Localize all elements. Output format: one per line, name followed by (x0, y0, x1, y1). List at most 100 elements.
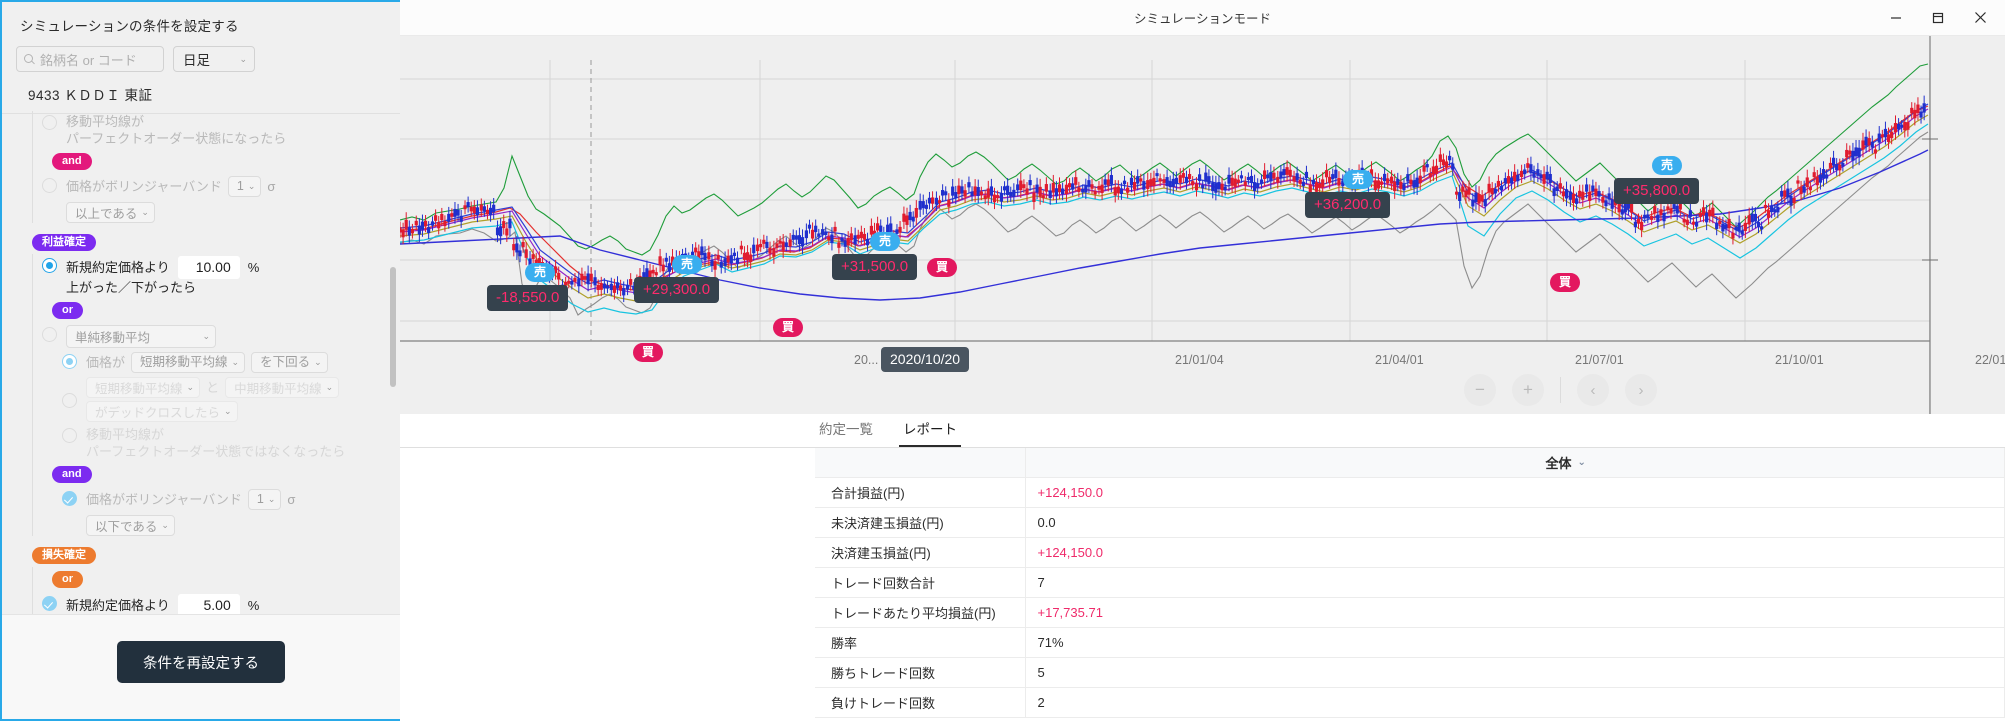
pill-or-1-wrap: or (42, 298, 400, 323)
notperfect-label2: パーフェクトオーダー状態ではなくなったら (86, 444, 346, 459)
condition-bb-above-label: 価格がボリンジャーバンド (66, 179, 222, 194)
trade-marker-sell[interactable]: 売 (1652, 156, 1683, 175)
radio-icon[interactable] (62, 428, 77, 443)
check-icon[interactable] (42, 596, 57, 611)
period-select-value: 日足 (183, 53, 210, 68)
trade-marker-sell[interactable]: 売 (870, 232, 901, 251)
close-icon[interactable] (1959, 1, 2001, 35)
pill-sonshitsu-wrap: 損失確定 (2, 536, 400, 567)
radio-icon[interactable] (42, 178, 57, 193)
chevron-down-icon: ⌄ (202, 331, 210, 341)
price-compare-value: を下回る (260, 355, 311, 369)
condition-profit-pct[interactable]: 新規約定価格より 10.00 % 上がった／下がったら (42, 254, 400, 298)
tab-report[interactable]: レポート (899, 422, 961, 447)
condition-bb-below[interactable]: 価格がボリンジャーバンド 1 ⌄ σ (42, 487, 400, 512)
x-axis-tick-3: 21/07/01 (1575, 353, 1624, 367)
simulation-conditions-panel: シミュレーションの条件を設定する 銘柄名 or コード 日足 ⌄ 9433 ＫＤ… (0, 0, 400, 721)
chevron-down-icon: ⌄ (314, 357, 322, 367)
reset-conditions-button[interactable]: 条件を再設定する (117, 641, 285, 683)
radio-icon[interactable] (42, 258, 57, 273)
radio-icon[interactable] (62, 354, 77, 369)
loss-pct-unit: % (247, 598, 260, 613)
radio-icon[interactable] (42, 115, 57, 130)
search-icon (24, 53, 35, 65)
report-row-value: 7 (1025, 567, 2005, 598)
segment-selector[interactable]: 全体 ⌄ (1546, 453, 1586, 472)
table-row: トレードあたり平均損益(円) +17,735.71 (815, 597, 2005, 628)
x-axis-tick-0: 20... (854, 353, 879, 367)
trade-pl-label: +31,500.0 (832, 254, 918, 280)
condition-sma-select[interactable]: 単純移動平均 ⌄ (42, 323, 400, 350)
table-row: トレード回数合計 7 (815, 567, 2005, 598)
conditions-list-2: 新規約定価格より 10.00 % 上がった／下がったら or 単純移動平均 ⌄ … (2, 254, 400, 536)
condition-label-line2: パーフェクトオーダー状態になったら (66, 131, 287, 146)
report-table-body: 合計損益(円) +124,150.0 未決済建玉損益(円) 0.0 決済建玉損益(円) +… (815, 477, 2005, 718)
bb-compare-value-above: 以上である (75, 207, 138, 221)
loss-pct-input[interactable]: 5.00 (177, 594, 240, 614)
condition-loss-pct[interactable]: 新規約定価格より 5.00 % (42, 592, 400, 614)
price-compare-select[interactable]: を下回る ⌄ (251, 352, 328, 373)
trade-marker-buy[interactable]: 買 (927, 258, 958, 277)
report-row-key: トレード回数合計 (815, 567, 1026, 598)
report-row-key: 負けトレード回数 (815, 687, 1026, 718)
chevron-down-icon: ⌄ (231, 357, 240, 367)
bb-compare-select-below[interactable]: 以下である ⌄ (86, 515, 175, 536)
pan-left-button[interactable]: ‹ (1577, 374, 1609, 406)
pan-right-button[interactable]: › (1625, 374, 1657, 406)
price-chart[interactable]: 4,500.0 3,500.0 20... 21/01/04 21/04/01 … (400, 36, 2005, 414)
restore-icon[interactable] (1917, 1, 1959, 35)
deadcross-action-select[interactable]: がデッドクロスしたら ⌄ (86, 401, 238, 422)
table-row: 勝率 71% (815, 627, 2005, 658)
period-select[interactable]: 日足 ⌄ (173, 46, 255, 72)
chevron-down-icon: ⌄ (267, 494, 276, 504)
condition-label-line1: 移動平均線が (66, 114, 145, 129)
sidebar-search-row: 銘柄名 or コード 日足 ⌄ (2, 35, 400, 72)
condition-dead-cross[interactable]: 短期移動平均線 ⌄ と 中期移動平均線 ⌄ がデッドクロスしたら ⌄ (42, 375, 400, 424)
trade-marker-sell[interactable]: 売 (525, 263, 556, 282)
bb-sigma-select-above[interactable]: 1 ⌄ (227, 176, 262, 197)
condition-price-below-ma[interactable]: 価格が 短期移動平均線 ⌄ を下回る ⌄ (42, 350, 400, 375)
sidebar-scrollbar[interactable] (390, 267, 396, 387)
condition-ma-perfect-order[interactable]: 移動平均線が パーフェクトオーダー状態になったら (42, 111, 400, 149)
bb-compare-value-below: 以下である (95, 520, 158, 534)
radio-icon[interactable] (62, 393, 77, 408)
sigma-unit-above: σ (267, 179, 276, 194)
condition-bb-above[interactable]: 価格がボリンジャーバンド 1 ⌄ σ (42, 174, 400, 199)
sidebar-header: シミュレーションの条件を設定する (2, 2, 400, 35)
condition-ma-not-perfect-order[interactable]: 移動平均線が パーフェクトオーダー状態ではなくなったら (42, 424, 400, 462)
search-input[interactable]: 銘柄名 or コード (16, 46, 164, 72)
profit-pct-label2: 上がった／下がったら (66, 280, 197, 295)
zoom-in-button[interactable]: + (1512, 374, 1544, 406)
report-row-key: 勝ちトレード回数 (815, 657, 1026, 688)
deadcross-ma1-value: 短期移動平均線 (95, 382, 183, 396)
chevron-down-icon: ⌄ (325, 382, 334, 392)
trade-marker-buy[interactable]: 買 (773, 318, 804, 337)
chevron-down-icon: ⌄ (247, 181, 256, 191)
chevron-down-icon: ⌄ (239, 53, 247, 64)
window-titlebar: シミュレーションモード (400, 0, 2005, 36)
deadcross-ma2-select[interactable]: 中期移動平均線 ⌄ (225, 377, 340, 398)
sma-type-select[interactable]: 単純移動平均 ⌄ (66, 325, 216, 348)
report-row-value: +124,150.0 (1025, 477, 2005, 508)
radio-icon[interactable] (42, 327, 57, 342)
bottom-tabs: 約定一覧 レポート (400, 414, 2005, 448)
tab-trades[interactable]: 約定一覧 (815, 422, 877, 447)
bb-sigma-value-below: 1 (256, 492, 264, 506)
trade-marker-sell[interactable]: 売 (1343, 170, 1374, 189)
check-icon[interactable] (62, 491, 77, 506)
profit-pct-input[interactable]: 10.00 (177, 256, 240, 279)
trade-marker-sell[interactable]: 売 (672, 255, 703, 274)
trade-marker-buy[interactable]: 買 (1550, 273, 1581, 292)
bb-sigma-select-below[interactable]: 1 ⌄ (247, 489, 282, 510)
deadcross-ma1-select[interactable]: 短期移動平均線 ⌄ (86, 377, 201, 398)
trade-pl-label: +36,200.0 (1305, 192, 1391, 218)
report-table: 全体 ⌄ 合計損益(円) +124,150.0 未決済建玉損益(円) 0.0 決済建玉損… (815, 448, 2005, 718)
trade-marker-buy[interactable]: 買 (633, 343, 664, 362)
report-row-key: 未決済建玉損益(円) (815, 507, 1026, 538)
price-ma-select[interactable]: 短期移動平均線 ⌄ (131, 352, 246, 373)
minimize-icon[interactable] (1875, 1, 1917, 35)
bb-compare-select-above[interactable]: 以上である ⌄ (66, 202, 155, 223)
conditions-scroll-area[interactable]: 移動平均線が パーフェクトオーダー状態になったら and 価格がボリンジャーバン… (2, 103, 400, 614)
zoom-out-button[interactable]: − (1464, 374, 1496, 406)
pill-or-2-wrap: or (42, 567, 400, 592)
